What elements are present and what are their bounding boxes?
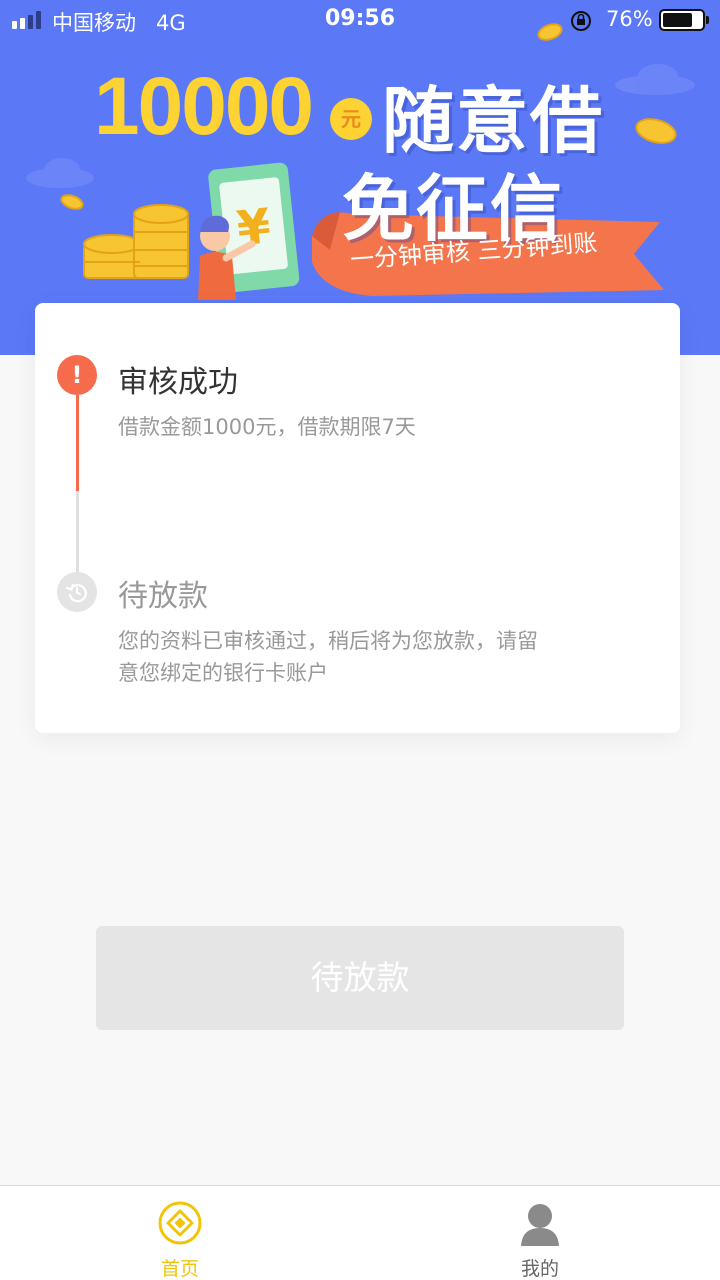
step-desc-line: 意您绑定的银行卡账户 bbox=[118, 661, 328, 685]
tab-bar: 首页 我的 bbox=[0, 1185, 720, 1280]
rotation-lock-icon bbox=[571, 11, 591, 31]
tab-mine[interactable]: 我的 bbox=[360, 1186, 720, 1280]
progress-line-pending bbox=[76, 491, 79, 573]
step-title-approved: 审核成功 bbox=[118, 365, 238, 400]
banner-amount: 10000 bbox=[94, 61, 314, 152]
battery-icon bbox=[659, 9, 709, 31]
loan-status-card: ! 审核成功 借款金额1000元，借款期限7天 待放款 您的资料已审核通过，稍后… bbox=[35, 303, 680, 733]
step-title-pending-disbursement: 待放款 bbox=[118, 579, 208, 614]
pending-disbursement-button[interactable]: 待放款 bbox=[96, 926, 624, 1030]
person-icon bbox=[521, 1204, 559, 1246]
tab-label: 首页 bbox=[160, 1258, 199, 1280]
home-coin-icon bbox=[158, 1201, 202, 1245]
step-desc-pending-disbursement: 您的资料已审核通过，稍后将为您放款，请留 意您绑定的银行卡账户 bbox=[118, 625, 598, 689]
progress-line-done bbox=[76, 395, 79, 491]
tab-home[interactable]: 首页 bbox=[0, 1186, 360, 1280]
battery-percent: 76% bbox=[606, 7, 653, 31]
promo-banner[interactable]: ¥ 中国移动 4G 09:56 76% 10000 元 随意借 免征信 一分钟审… bbox=[0, 0, 720, 355]
banner-amount-unit: 元 bbox=[330, 98, 372, 140]
exclamation-icon: ! bbox=[57, 355, 97, 395]
step-desc-approved: 借款金额1000元，借款期限7天 bbox=[118, 415, 416, 439]
tab-label: 我的 bbox=[520, 1258, 559, 1280]
refresh-icon bbox=[57, 572, 97, 612]
step-desc-line: 您的资料已审核通过，稍后将为您放款，请留 bbox=[118, 629, 538, 653]
status-bar: 中国移动 4G 09:56 76% bbox=[0, 0, 720, 40]
